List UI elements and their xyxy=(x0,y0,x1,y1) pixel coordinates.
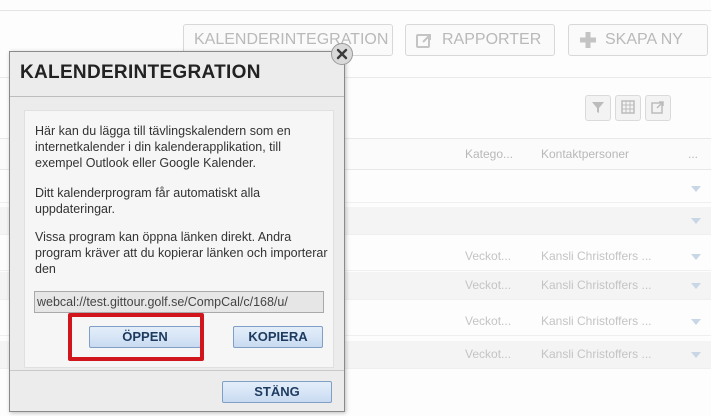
column-header-category[interactable]: Katego... xyxy=(465,147,513,161)
columns-button[interactable] xyxy=(615,95,641,121)
dialog-footer-divider xyxy=(10,370,344,371)
row-contact: Kansli Christoffers ... xyxy=(541,347,652,361)
calendar-url-field[interactable]: webcal://test.gittour.golf.se/CompCal/c/… xyxy=(34,291,324,313)
dropdown-caret-icon[interactable] xyxy=(691,319,701,325)
dropdown-caret-icon[interactable] xyxy=(691,283,701,289)
create-new-button[interactable]: SKAPA NY xyxy=(568,24,708,56)
share-icon xyxy=(416,32,434,48)
intro-text: Här kan du lägga till tävlingskalendern … xyxy=(35,124,291,170)
dropdown-caret-icon[interactable] xyxy=(691,352,701,358)
plus-icon xyxy=(579,32,597,48)
close-button[interactable]: STÄNG xyxy=(222,381,332,403)
export-button[interactable] xyxy=(645,95,671,121)
create-new-label: SKAPA NY xyxy=(605,31,683,48)
row-category: Veckot... xyxy=(465,249,512,263)
close-dialog-button[interactable] xyxy=(331,43,353,65)
row-contact: Kansli Christoffers ... xyxy=(541,249,652,263)
row-category: Veckot... xyxy=(465,347,512,361)
filter-icon xyxy=(591,99,605,118)
auto-update-text: Ditt kalenderprogram får automatiskt all… xyxy=(35,186,261,216)
dialog-title: KALENDERINTEGRATION xyxy=(20,62,261,83)
instructions-text: Vissa program kan öppna länken direkt. A… xyxy=(35,230,328,276)
column-header-more[interactable]: ... xyxy=(688,147,698,161)
row-category: Veckot... xyxy=(465,314,512,328)
highlight-annotation xyxy=(68,313,204,361)
dropdown-caret-icon[interactable] xyxy=(691,218,701,224)
dropdown-caret-icon[interactable] xyxy=(691,186,701,192)
reports-button[interactable]: RAPPORTER xyxy=(405,24,555,56)
filter-button[interactable] xyxy=(585,95,611,121)
reports-label: RAPPORTER xyxy=(442,31,542,48)
close-icon xyxy=(336,45,348,64)
row-contact: Kansli Christoffers ... xyxy=(541,278,652,292)
dialog-title-divider xyxy=(10,96,344,97)
row-category: Veckot... xyxy=(465,278,512,292)
calendar-integration-label: KALENDERINTEGRATION xyxy=(194,31,389,48)
copy-button[interactable]: KOPIERA xyxy=(233,326,323,348)
column-header-contacts[interactable]: Kontaktpersoner xyxy=(541,147,629,161)
top-divider xyxy=(0,10,711,11)
grid-icon xyxy=(621,99,635,118)
dropdown-caret-icon[interactable] xyxy=(691,254,701,260)
row-contact: Kansli Christoffers ... xyxy=(541,314,652,328)
export-icon xyxy=(651,99,665,118)
